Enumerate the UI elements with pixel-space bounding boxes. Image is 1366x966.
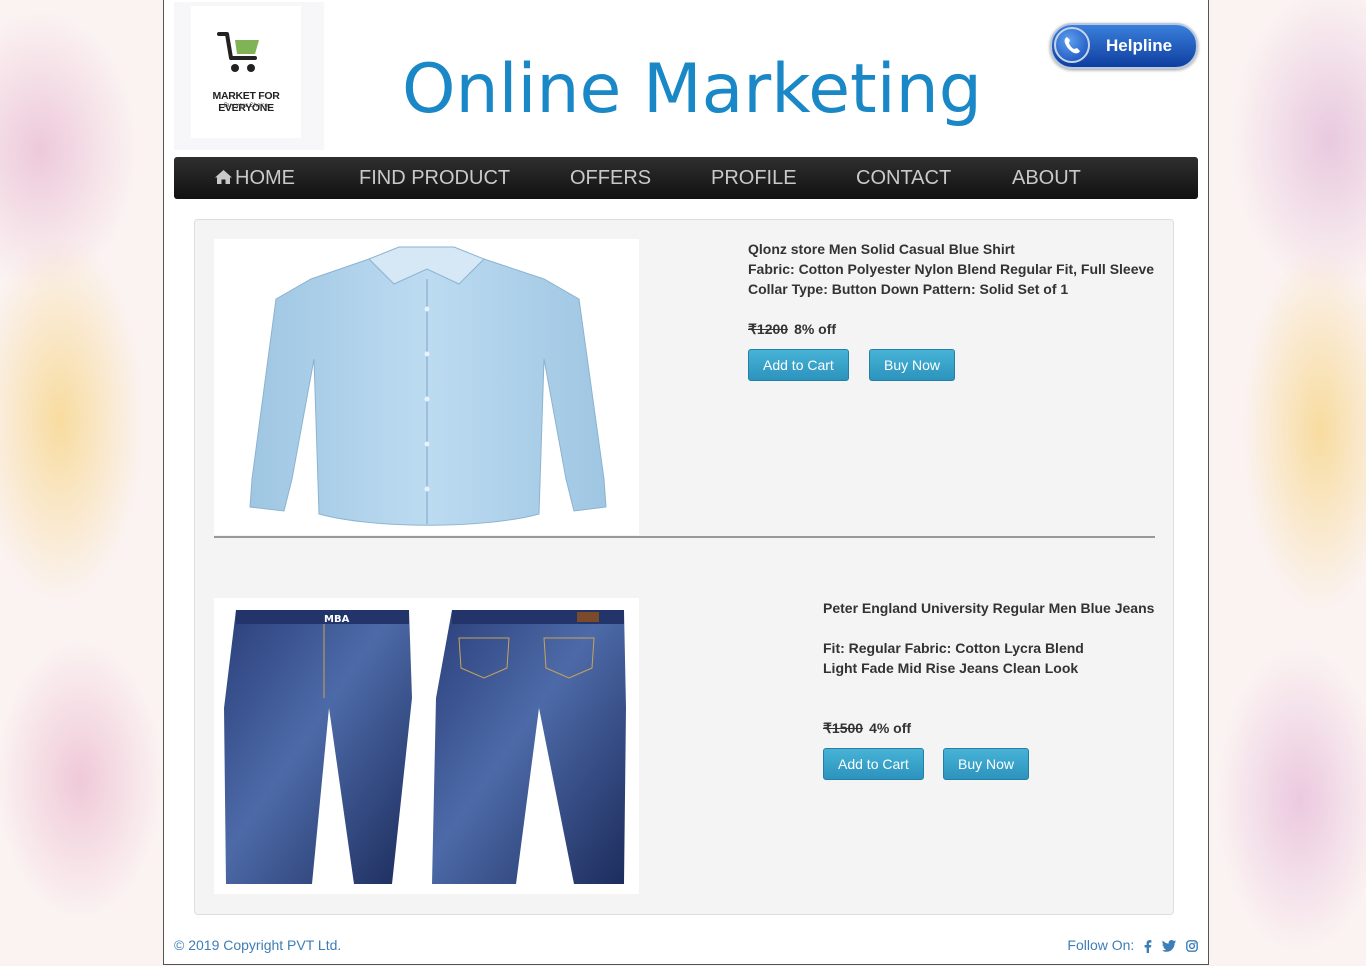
nav-profile[interactable]: PROFILE [711,157,797,199]
phone-icon [1054,27,1090,63]
product-2-old-price: ₹1500 [823,720,864,736]
product-2-fade: Light Fade Mid Rise Jeans Clean Look [823,660,1079,676]
helpline-label: Helpline [1106,36,1173,55]
product-1-title: Qlonz store Men Solid Casual Blue Shirt [748,241,1015,257]
product-1-price: ₹1200 8% off [748,321,836,338]
nav-contact[interactable]: CONTACT [856,157,951,199]
product-2-discount: 4% off [869,720,912,736]
logo-card: MARKET FOR EVERYONE Buy your Choice [191,6,301,138]
product-1-collar: Collar Type: Button Down Pattern: Solid … [748,281,1069,297]
home-icon [215,170,232,184]
product-1-buy-now-button[interactable]: Buy Now [869,349,956,381]
copyright-text: © 2019 Copyright PVT Ltd. [174,937,342,953]
nav-offers[interactable]: OFFERS [570,157,651,199]
nav-about[interactable]: ABOUT [1012,157,1081,199]
follow-label: Follow On: [1067,937,1135,953]
shopping-cart-icon [217,32,259,72]
product-list: Qlonz store Men Solid Casual Blue Shirt … [194,219,1174,915]
logo[interactable]: MARKET FOR EVERYONE Buy your Choice [174,2,324,150]
product-2-buy-now-button[interactable]: Buy Now [943,748,1030,780]
main-navbar: HOME FIND PRODUCT OFFERS PROFILE CONTACT… [174,157,1198,199]
instagram-icon[interactable] [1186,940,1198,953]
product-1-old-price: ₹1200 [748,321,789,337]
page-container: MARKET FOR EVERYONE Buy your Choice Onli… [163,0,1209,965]
product-2-fit: Fit: Regular Fabric: Cotton Lycra Blend [823,640,1084,656]
twitter-icon[interactable] [1162,940,1177,953]
logo-title: MARKET FOR EVERYONE [212,90,280,114]
product-1-add-to-cart-button[interactable]: Add to Cart [748,349,849,381]
product-1-fabric: Fabric: Cotton Polyester Nylon Blend Reg… [748,261,1155,277]
product-2-price: ₹1500 4% off [823,720,911,737]
nav-home-label: HOME [235,167,295,189]
facebook-icon[interactable] [1144,939,1152,953]
site-title: Online Marketing [402,50,982,129]
product-2-add-to-cart-button[interactable]: Add to Cart [823,748,924,780]
jeans-brand-label: MBA [324,614,350,625]
product-2-title: Peter England University Regular Men Blu… [823,600,1155,616]
jeans-image[interactable]: MBA [214,598,639,894]
shirt-image[interactable] [214,239,639,535]
follow-on: Follow On: [1067,937,1198,953]
product-1-discount: 8% off [794,321,837,337]
logo-subtitle: Buy your Choice [223,103,269,109]
helpline-button[interactable]: Helpline [1050,23,1198,69]
product-divider [214,536,1155,538]
nav-find-product[interactable]: FIND PRODUCT [359,157,510,199]
nav-home[interactable]: HOME [214,157,295,199]
